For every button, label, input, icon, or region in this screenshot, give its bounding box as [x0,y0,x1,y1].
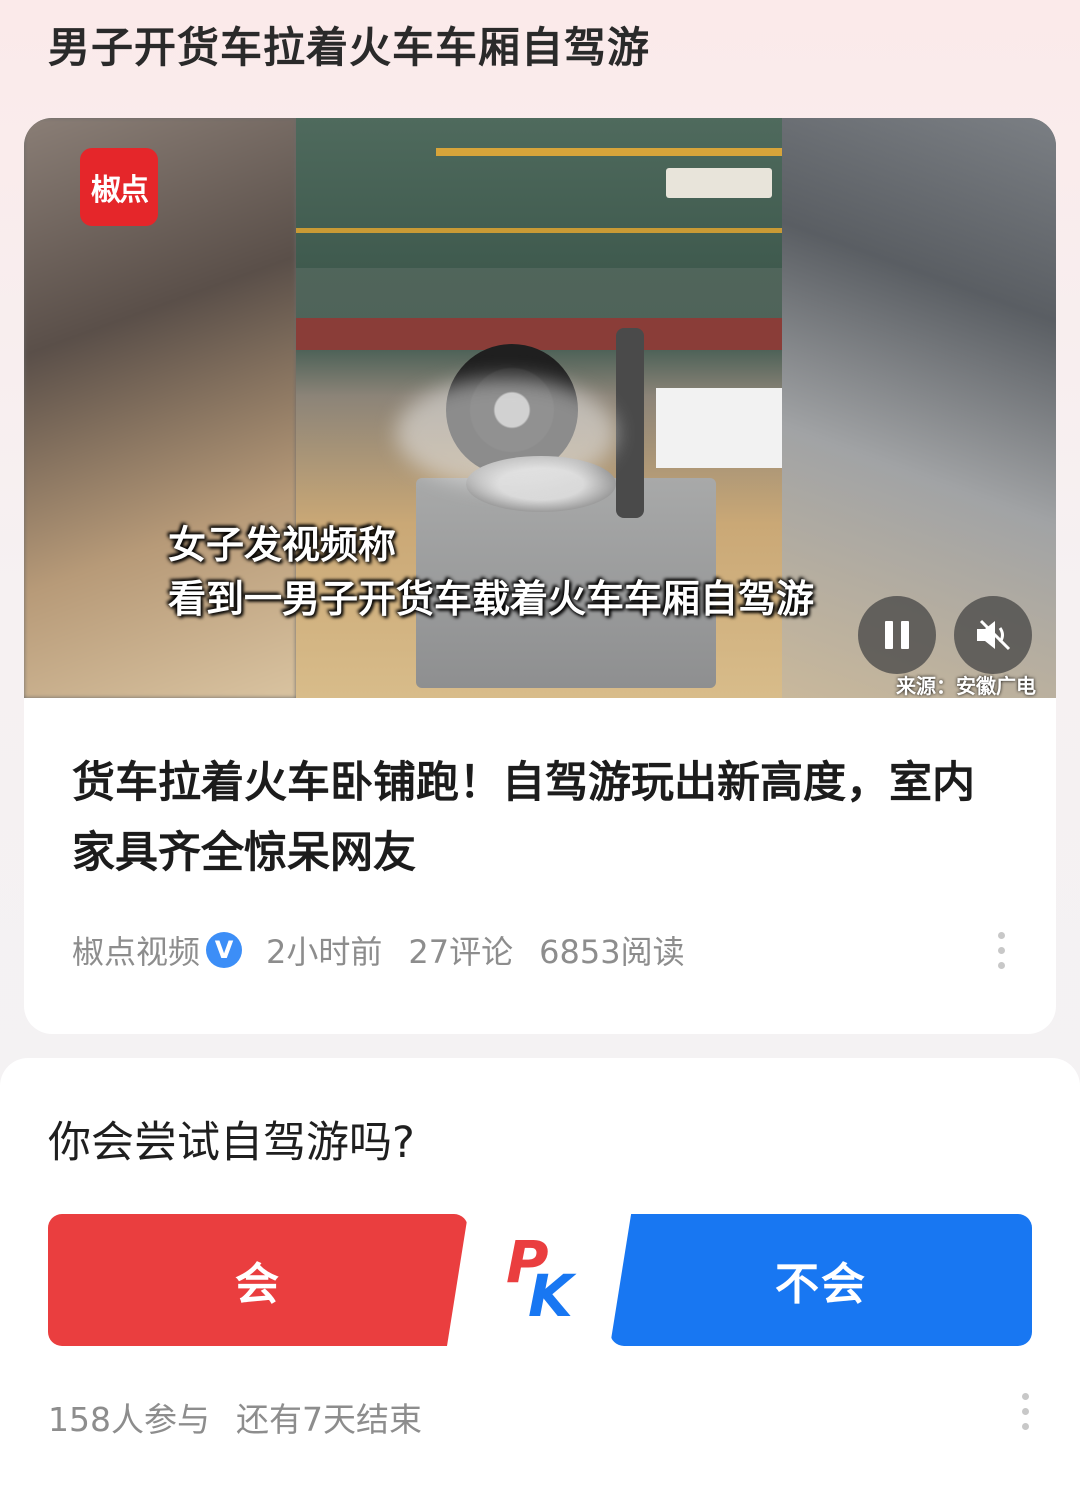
mute-button[interactable] [954,596,1032,674]
article-headline[interactable]: 货车拉着火车卧铺跑！自驾游玩出新高度，室内家具齐全惊呆网友 [72,748,1002,888]
read-count: 6853阅读 [539,933,685,971]
carriage-stripe [436,148,782,156]
truck-chassis [296,318,782,350]
carriage-stripe-lower [296,228,782,233]
video-caption-line2: 看到一男子开货车载着火车车厢自驾游 [168,577,815,621]
poll-more-icon[interactable] [1022,1393,1030,1430]
poll-remaining-time: 还有7天结束 [236,1400,422,1439]
pk-icon: P K [500,1228,590,1330]
mute-icon [977,619,1011,651]
comment-count: 27评论 [408,933,514,971]
steam [396,378,616,488]
pause-icon [885,621,909,649]
channel-logo: 椒点 [80,148,158,226]
vote-no-button[interactable]: 不会 [610,1214,1032,1346]
pk-letter-k: K [528,1262,573,1330]
publisher-name[interactable]: 椒点视频 [72,927,200,973]
video-caption: 女子发视频称 看到一男子开货车载着火车车厢自驾游 [168,518,814,626]
pause-button[interactable] [858,596,936,674]
poll-question: 你会尝试自驾游吗? [48,1118,415,1168]
carriage-plate [666,168,772,198]
article-meta: 椒点视频 V 2小时前 27评论 6853阅读 [72,928,685,972]
verified-icon: V [206,932,243,968]
article-more-icon[interactable] [998,932,1006,969]
video-caption-line1: 女子发视频称 [168,523,397,567]
publish-time: 2小时前 [266,933,383,971]
poll-meta: 158人参与 还有7天结束 [48,1393,422,1441]
vote-yes-button[interactable]: 会 [48,1214,468,1346]
channel-logo-text: 椒点 [91,173,149,208]
video-player[interactable]: 椒点 女子发视频称 看到一男子开货车载着火车车厢自驾游 来源：安徽广电 [24,118,1056,698]
video-source: 来源：安徽广电 [896,674,1036,698]
cabinet [656,388,782,468]
participant-count: 158人参与 [48,1400,210,1439]
poll-card: 你会尝试自驾游吗? 会 P K 不会 158人参与 还有7天结束 [0,1058,1080,1491]
article-card[interactable]: 椒点 女子发视频称 看到一男子开货车载着火车车厢自驾游 来源：安徽广电 货车拉着… [24,118,1056,1034]
chimney-pipe [616,328,644,518]
topic-title: 男子开货车拉着火车车厢自驾游 [48,23,651,72]
